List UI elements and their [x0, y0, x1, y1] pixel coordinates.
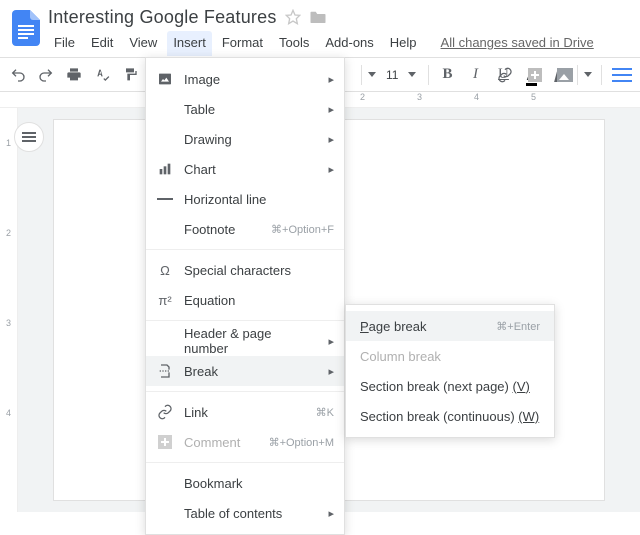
menuitem-table[interactable]: Table ▸	[146, 94, 344, 124]
menu-insert[interactable]: Insert	[167, 31, 212, 56]
menu-format[interactable]: Format	[216, 31, 269, 56]
insert-dropdown: Image ▸ Table ▸ Drawing ▸ Chart ▸ Horizo…	[145, 57, 345, 535]
shortcut-label: ⌘+Option+M	[269, 436, 334, 449]
submenuitem-page-break[interactable]: Page break ⌘+Enter	[346, 311, 554, 341]
menuitem-drawing[interactable]: Drawing ▸	[146, 124, 344, 154]
submenu-arrow-icon: ▸	[328, 73, 334, 86]
menu-help[interactable]: Help	[384, 31, 423, 56]
font-size-select[interactable]: 11	[386, 68, 416, 82]
spellcheck-icon[interactable]	[90, 63, 114, 87]
submenu-arrow-icon: ▸	[328, 103, 334, 116]
menuitem-horizontal-line[interactable]: Horizontal line	[146, 184, 344, 214]
menu-file[interactable]: File	[48, 31, 81, 56]
submenuitem-section-break-continuous[interactable]: Section break (continuous) (W)	[346, 401, 554, 431]
shortcut-label: ⌘+Enter	[496, 320, 540, 333]
pi-icon: π²	[156, 291, 174, 309]
bold-button[interactable]: B	[435, 63, 459, 87]
chevron-down-icon	[408, 72, 416, 77]
menuitem-table-of-contents[interactable]: Table of contents ▸	[146, 498, 344, 528]
menu-tools[interactable]: Tools	[273, 31, 315, 56]
menuitem-footnote[interactable]: Footnote ⌘+Option+F	[146, 214, 344, 244]
menu-separator	[146, 391, 344, 392]
align-button[interactable]	[610, 63, 634, 87]
menuitem-comment[interactable]: Comment ⌘+Option+M	[146, 427, 344, 457]
add-comment-icon[interactable]	[523, 63, 547, 87]
more-caret-icon[interactable]	[583, 63, 593, 87]
document-title[interactable]: Interesting Google Features	[48, 7, 277, 28]
save-status[interactable]: All changes saved in Drive	[441, 35, 594, 52]
submenuitem-section-break-next-page[interactable]: Section break (next page) (V)	[346, 371, 554, 401]
menu-separator	[146, 249, 344, 250]
menuitem-bookmark[interactable]: Bookmark	[146, 468, 344, 498]
break-submenu: Page break ⌘+Enter Column break Section …	[345, 304, 555, 438]
move-folder-icon[interactable]	[309, 9, 327, 25]
page-break-icon	[156, 362, 174, 380]
separator	[361, 65, 362, 85]
menubar: File Edit View Insert Format Tools Add-o…	[48, 31, 594, 56]
separator	[601, 65, 602, 85]
docs-logo[interactable]	[8, 6, 44, 50]
font-size-dec-icon[interactable]	[368, 63, 376, 87]
menu-view[interactable]: View	[123, 31, 163, 56]
submenu-arrow-icon: ▸	[328, 335, 334, 348]
undo-icon[interactable]	[6, 63, 30, 87]
insert-link-icon[interactable]	[493, 63, 517, 87]
submenu-arrow-icon: ▸	[328, 507, 334, 520]
comment-icon	[156, 433, 174, 451]
vertical-ruler: 1 2 3 4	[0, 108, 18, 512]
submenu-arrow-icon: ▸	[328, 365, 334, 378]
shortcut-label: ⌘K	[316, 406, 334, 419]
shortcut-label: ⌘+Option+F	[271, 223, 334, 236]
menuitem-link[interactable]: Link ⌘K	[146, 397, 344, 427]
menu-separator	[146, 320, 344, 321]
chart-icon	[156, 160, 174, 178]
font-size-value: 11	[386, 68, 398, 82]
menuitem-header-page-number[interactable]: Header & page number ▸	[146, 326, 344, 356]
paint-format-icon[interactable]	[118, 63, 142, 87]
menu-addons[interactable]: Add-ons	[319, 31, 379, 56]
submenu-arrow-icon: ▸	[328, 163, 334, 176]
menuitem-equation[interactable]: π² Equation	[146, 285, 344, 315]
menuitem-chart[interactable]: Chart ▸	[146, 154, 344, 184]
print-icon[interactable]	[62, 63, 86, 87]
menu-edit[interactable]: Edit	[85, 31, 119, 56]
redo-icon[interactable]	[34, 63, 58, 87]
menu-separator	[146, 462, 344, 463]
separator	[428, 65, 429, 85]
italic-button[interactable]: I	[463, 63, 487, 87]
omega-icon: Ω	[156, 261, 174, 279]
horizontal-line-icon	[156, 190, 174, 208]
image-icon	[156, 70, 174, 88]
star-icon[interactable]	[285, 9, 301, 25]
menuitem-image[interactable]: Image ▸	[146, 64, 344, 94]
menuitem-special-characters[interactable]: Ω Special characters	[146, 255, 344, 285]
document-outline-toggle[interactable]	[14, 122, 44, 152]
submenuitem-column-break: Column break	[346, 341, 554, 371]
menuitem-break[interactable]: Break ▸	[146, 356, 344, 386]
outline-icon	[22, 132, 36, 142]
link-icon	[156, 403, 174, 421]
submenu-arrow-icon: ▸	[328, 133, 334, 146]
insert-image-icon[interactable]	[553, 63, 577, 87]
